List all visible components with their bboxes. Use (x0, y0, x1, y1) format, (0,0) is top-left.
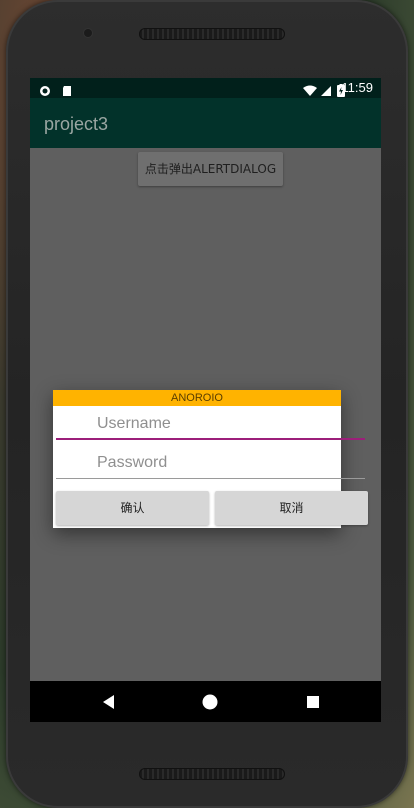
status-bar: 11:59 (30, 78, 381, 98)
status-time: 11:59 (341, 80, 373, 95)
navigation-bar (30, 681, 381, 722)
password-underline (56, 478, 365, 479)
circle-notification-icon (39, 82, 51, 96)
wifi-icon (302, 82, 318, 96)
dialog-title: ANOROIO (53, 390, 341, 406)
bottom-speaker-grille (139, 768, 285, 780)
dialog-button-row: 确认 取消 (56, 491, 368, 525)
top-speaker-grille (139, 28, 285, 40)
sd-card-icon (61, 82, 73, 96)
back-icon[interactable] (100, 693, 118, 711)
password-input[interactable] (56, 449, 365, 477)
main-content: 点击弹出ALERTDIALOG ANOROIO 确认 取消 (30, 148, 381, 681)
device-screen: 11:59 project3 点击弹出ALERTDIALOG ANOROIO 确… (30, 78, 381, 722)
password-field-wrapper (56, 449, 365, 479)
app-bar: project3 (30, 98, 381, 148)
login-alert-dialog: ANOROIO 确认 取消 (53, 390, 368, 528)
app-title: project3 (44, 114, 109, 134)
home-icon[interactable] (201, 693, 219, 711)
confirm-button[interactable]: 确认 (56, 491, 209, 525)
front-camera (84, 29, 92, 37)
recents-icon[interactable] (304, 693, 322, 711)
show-alert-dialog-button[interactable]: 点击弹出ALERTDIALOG (138, 152, 283, 186)
username-field-wrapper (56, 410, 365, 440)
username-input[interactable] (56, 410, 365, 438)
username-underline (56, 438, 365, 440)
cell-signal-icon (320, 82, 332, 96)
cancel-button[interactable]: 取消 (215, 491, 368, 525)
